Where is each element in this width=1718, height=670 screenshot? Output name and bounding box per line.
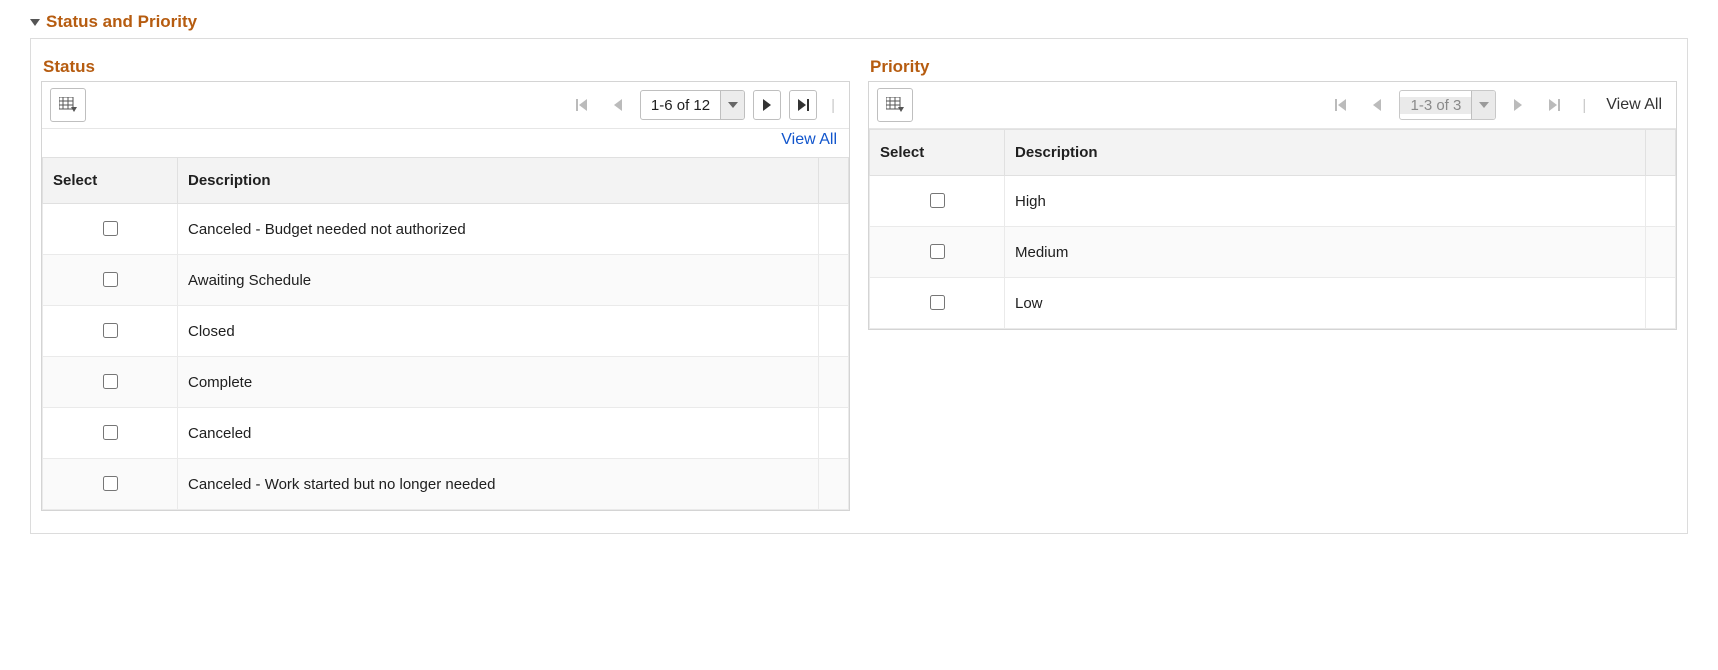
- row-checkbox[interactable]: [103, 374, 118, 389]
- table-row: Awaiting Schedule: [43, 255, 849, 306]
- row-checkbox[interactable]: [103, 221, 118, 236]
- row-checkbox[interactable]: [103, 476, 118, 491]
- view-all-link[interactable]: View All: [1600, 96, 1668, 114]
- section-header[interactable]: Status and Priority: [30, 12, 1688, 32]
- section-title: Status and Priority: [46, 12, 197, 32]
- range-select[interactable]: 1-6 of 12: [640, 90, 745, 120]
- col-header-select[interactable]: Select: [870, 130, 1005, 176]
- row-checkbox[interactable]: [103, 323, 118, 338]
- row-description: Canceled - Work started but no longer ne…: [178, 459, 819, 510]
- grid-action-menu-button[interactable]: [50, 88, 86, 122]
- table-row: Canceled: [43, 408, 849, 459]
- col-header-extra: [819, 158, 849, 204]
- toolbar-separator: |: [1576, 97, 1592, 114]
- first-page-button[interactable]: [1327, 90, 1355, 120]
- row-description: Canceled - Budget needed not authorized: [178, 204, 819, 255]
- status-priority-container: Status: [30, 38, 1688, 534]
- priority-panel: Priority: [868, 57, 1677, 330]
- range-text: 1-6 of 12: [641, 97, 720, 114]
- chevron-down-icon: [720, 91, 744, 119]
- priority-grid: 1-3 of 3 | View All: [868, 81, 1677, 330]
- table-row: High: [870, 176, 1676, 227]
- row-description: Low: [1005, 278, 1646, 329]
- status-panel: Status: [41, 57, 850, 511]
- col-header-description[interactable]: Description: [1005, 130, 1646, 176]
- col-header-select[interactable]: Select: [43, 158, 178, 204]
- next-page-button[interactable]: [1504, 90, 1532, 120]
- row-description: Canceled: [178, 408, 819, 459]
- row-description: Awaiting Schedule: [178, 255, 819, 306]
- row-checkbox[interactable]: [103, 272, 118, 287]
- table-row: Closed: [43, 306, 849, 357]
- status-title: Status: [43, 57, 850, 77]
- row-description: High: [1005, 176, 1646, 227]
- prev-page-button[interactable]: [1363, 90, 1391, 120]
- next-page-button[interactable]: [753, 90, 781, 120]
- row-description: Closed: [178, 306, 819, 357]
- view-all-link[interactable]: View All: [42, 129, 849, 157]
- table-row: Medium: [870, 227, 1676, 278]
- table-row: Complete: [43, 357, 849, 408]
- status-table: Select Description Canceled - Budget nee…: [42, 157, 849, 510]
- chevron-down-icon: [1471, 91, 1495, 119]
- first-page-button[interactable]: [568, 90, 596, 120]
- priority-toolbar: 1-3 of 3 | View All: [869, 82, 1676, 129]
- range-text: 1-3 of 3: [1400, 97, 1471, 114]
- row-checkbox[interactable]: [103, 425, 118, 440]
- status-grid: 1-6 of 12 | View All: [41, 81, 850, 511]
- row-checkbox[interactable]: [930, 244, 945, 259]
- grid-action-menu-button[interactable]: [877, 88, 913, 122]
- table-row: Canceled - Work started but no longer ne…: [43, 459, 849, 510]
- last-page-button[interactable]: [789, 90, 817, 120]
- col-header-extra: [1646, 130, 1676, 176]
- priority-table: Select Description High Medium: [869, 129, 1676, 329]
- table-row: Canceled - Budget needed not authorized: [43, 204, 849, 255]
- row-checkbox[interactable]: [930, 193, 945, 208]
- priority-title: Priority: [870, 57, 1677, 77]
- status-toolbar: 1-6 of 12 |: [42, 82, 849, 129]
- table-row: Low: [870, 278, 1676, 329]
- toolbar-separator: |: [825, 97, 841, 114]
- collapse-toggle-icon[interactable]: [30, 17, 40, 27]
- priority-nav: 1-3 of 3 | View All: [1327, 90, 1668, 120]
- status-nav: 1-6 of 12 |: [568, 90, 841, 120]
- col-header-description[interactable]: Description: [178, 158, 819, 204]
- row-description: Complete: [178, 357, 819, 408]
- prev-page-button[interactable]: [604, 90, 632, 120]
- row-description: Medium: [1005, 227, 1646, 278]
- last-page-button[interactable]: [1540, 90, 1568, 120]
- range-select[interactable]: 1-3 of 3: [1399, 90, 1496, 120]
- row-checkbox[interactable]: [930, 295, 945, 310]
